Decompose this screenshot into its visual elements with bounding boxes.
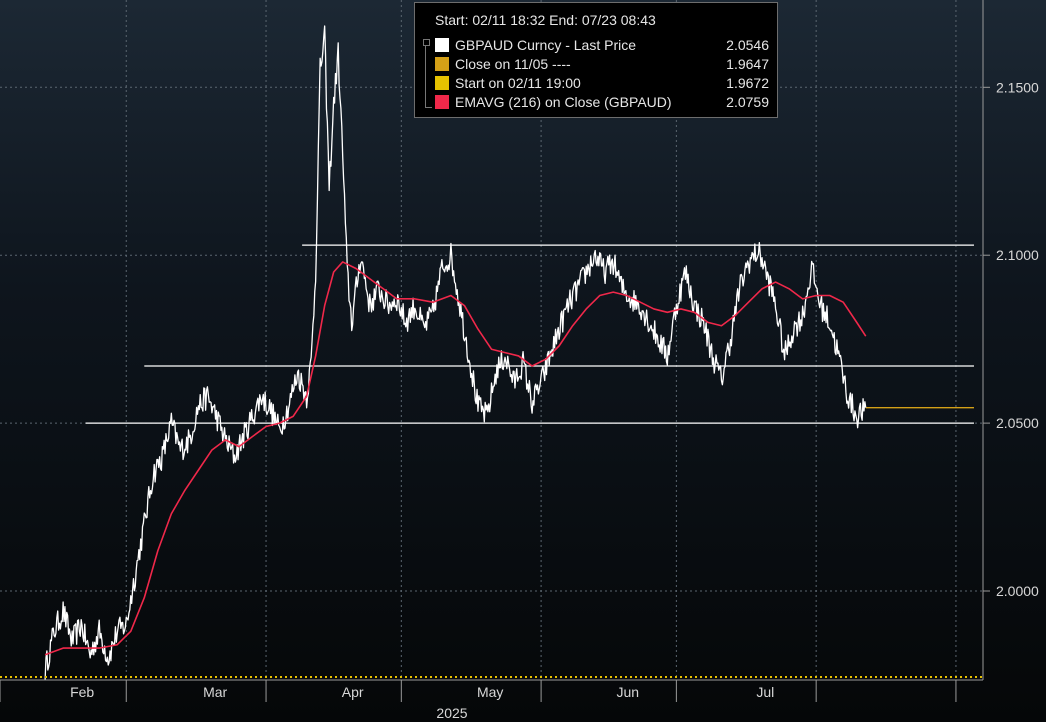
month-label: Jun: [616, 684, 639, 700]
legend-entry-name: Close on 11/05 ----: [455, 56, 571, 72]
month-label: May: [477, 684, 503, 700]
legend-entry-name: GBPAUD Curncy - Last Price: [455, 37, 637, 53]
year-label: 2025: [436, 705, 467, 721]
legend-swatch-white: [435, 38, 449, 52]
legend-swatch-red: [435, 95, 449, 109]
chart-root: Feb Mar Apr May Jun Jul 2025 2.1500 2.1000 2.0500…: [0, 0, 1046, 722]
y-tick-label: 2.1500: [996, 79, 1039, 95]
month-label: Feb: [70, 684, 94, 700]
legend-swatch-yellow: [435, 76, 449, 90]
legend-entry-name: Start on 02/11 19:00: [455, 75, 581, 91]
legend-swatch-dark-yellow: [435, 57, 449, 71]
legend-entry-emavg: EMAVG (216) on Close (GBPAUD) 2.0759: [435, 93, 769, 111]
chart-legend: Start: 02/11 18:32 End: 07/23 08:43 GBPA…: [414, 2, 778, 118]
legend-entry-name: EMAVG (216) on Close (GBPAUD): [455, 94, 672, 110]
y-tick-label: 2.1000: [996, 247, 1039, 263]
legend-entry-value: 2.0546: [726, 37, 769, 53]
legend-entry-value: 2.0759: [726, 94, 769, 110]
legend-tree-connector: [425, 41, 432, 108]
legend-entry-start: Start on 02/11 19:00 1.9672: [435, 74, 769, 92]
month-label: Mar: [203, 684, 227, 700]
legend-entry-last-price: GBPAUD Curncy - Last Price 2.0546: [435, 36, 769, 54]
legend-entry-close: Close on 11/05 ---- 1.9647: [435, 55, 769, 73]
legend-collapse-icon[interactable]: [423, 39, 430, 46]
series-line-emavg: [44, 261, 867, 656]
legend-entry-value: 1.9647: [726, 56, 769, 72]
legend-header: Start: 02/11 18:32 End: 07/23 08:43: [435, 12, 656, 28]
y-tick-label: 2.0000: [996, 583, 1039, 599]
month-label: Jul: [756, 684, 774, 700]
month-label: Apr: [342, 684, 364, 700]
series-line-last-price: [44, 25, 867, 681]
legend-entry-value: 1.9672: [726, 75, 769, 91]
y-tick-label: 2.0500: [996, 415, 1039, 431]
